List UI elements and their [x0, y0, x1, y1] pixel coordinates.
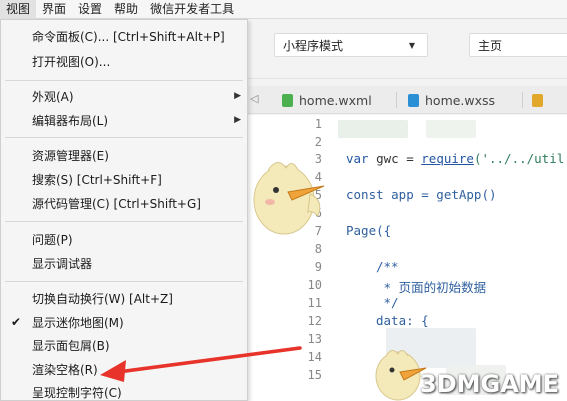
bird-mascot-icon [253, 162, 325, 235]
checkmark-icon: ✔ [11, 315, 22, 329]
menu-item-editor-layout[interactable]: 编辑器布局(L) ▶ [1, 110, 247, 131]
menu-item-label: 呈现控制字符(C) [32, 386, 122, 400]
line-number: 11 [307, 296, 322, 310]
code-line-12: data: { [376, 313, 429, 328]
mode-select-value: 小程序模式 [283, 38, 344, 53]
submenu-arrow-icon: ▶ [234, 91, 241, 101]
line-number: 10 [307, 278, 322, 292]
submenu-arrow-icon: ▶ [234, 115, 241, 125]
page-select-value: 主页 [478, 38, 503, 53]
menu-item-render-whitespace[interactable]: 渲染空格(R) [1, 359, 247, 380]
line-number: 12 [307, 314, 322, 328]
view-menu-dropdown: 命令面板(C)... [Ctrl+Shift+Alt+P] 打开视图(O)...… [0, 19, 248, 401]
menu-item-render-control-chars[interactable]: 呈现控制字符(C) [1, 382, 247, 401]
menu-settings[interactable]: 设置 [72, 0, 108, 19]
tab-label: home.wxml [299, 92, 372, 108]
js-file-icon [532, 93, 543, 107]
code-line-7: Page({ [346, 223, 392, 238]
tab-scroll-left-icon[interactable]: ◁ [250, 92, 258, 105]
menu-item-label: 切换自动换行(W) [Alt+Z] [32, 292, 173, 306]
blurred-region [338, 120, 408, 138]
tab-label: home.wxss [425, 92, 496, 108]
menu-divider [5, 137, 243, 138]
wxss-file-icon [408, 93, 419, 107]
code-line-3: var gwc = require('../../util [346, 151, 565, 166]
menu-item-label: 外观(A) [32, 90, 74, 104]
menu-item-problems[interactable]: 问题(P) [1, 229, 247, 250]
menu-item-appearance[interactable]: 外观(A) ▶ [1, 86, 247, 107]
blurred-region [426, 120, 476, 138]
menu-item-label: 显示迷你地图(M) [32, 316, 124, 330]
menu-wechat-devtools[interactable]: 微信开发者工具 [144, 0, 240, 19]
menu-item-show-breadcrumbs[interactable]: 显示面包屑(B) [1, 335, 247, 356]
tab-divider [522, 92, 523, 108]
editor-tab-bar: ◁ home.wxml home.wxss [246, 86, 567, 114]
tab-home-wxml[interactable]: home.wxml [282, 86, 372, 114]
line-number: 14 [307, 350, 322, 364]
menu-item-label: 源代码管理(C) [Ctrl+Shift+G] [32, 197, 201, 211]
menu-item-open-view[interactable]: 打开视图(O)... [1, 51, 247, 72]
tab-home-js[interactable] [532, 86, 549, 114]
menu-item-label: 资源管理器(E) [32, 149, 109, 163]
code-line-10: * 页面的初始数据 [376, 280, 487, 295]
menu-item-label: 显示调试器 [32, 257, 93, 271]
menu-item-search[interactable]: 搜索(S) [Ctrl+Shift+F] [1, 169, 247, 190]
line-number: 15 [307, 368, 322, 382]
line-number: 2 [314, 135, 322, 149]
menu-divider [5, 80, 243, 81]
code-line-5: const app = getApp() [346, 187, 497, 202]
chevron-down-icon: ▼ [408, 41, 415, 50]
line-number: 9 [314, 260, 322, 274]
menu-item-command-palette[interactable]: 命令面板(C)... [Ctrl+Shift+Alt+P] [1, 26, 247, 47]
code-line-11: */ [376, 295, 399, 310]
menu-item-label: 问题(P) [32, 233, 73, 247]
menu-item-label: 命令面板(C)... [Ctrl+Shift+Alt+P] [32, 30, 225, 44]
wxml-file-icon [282, 93, 293, 107]
menu-help[interactable]: 帮助 [108, 0, 144, 19]
menu-item-show-debugger[interactable]: 显示调试器 [1, 253, 247, 274]
line-number: 13 [307, 332, 322, 346]
code-line-9: /** [376, 259, 399, 274]
menu-item-label: 打开视图(O)... [32, 55, 111, 69]
menu-bar: 视图 界面 设置 帮助 微信开发者工具 [0, 0, 567, 19]
menu-item-label: 搜索(S) [Ctrl+Shift+F] [32, 173, 162, 187]
line-number: 1 [314, 117, 322, 131]
watermark: 3DMGAME [420, 370, 560, 398]
menu-divider [5, 221, 243, 222]
menu-item-source-control[interactable]: 源代码管理(C) [Ctrl+Shift+G] [1, 193, 247, 214]
tab-home-wxss[interactable]: home.wxss [408, 86, 495, 114]
tab-divider [396, 92, 397, 108]
menu-item-show-minimap[interactable]: ✔ 显示迷你地图(M) [1, 312, 247, 333]
menu-divider [5, 281, 243, 282]
menu-item-toggle-word-wrap[interactable]: 切换自动换行(W) [Alt+Z] [1, 288, 247, 309]
menu-view[interactable]: 视图 [0, 0, 37, 19]
menu-item-label: 显示面包屑(B) [32, 339, 110, 353]
page-select[interactable]: 主页 [469, 33, 567, 57]
menu-interface[interactable]: 界面 [36, 0, 72, 19]
menu-item-label: 渲染空格(R) [32, 363, 98, 377]
menu-item-explorer[interactable]: 资源管理器(E) [1, 145, 247, 166]
menu-item-label: 编辑器布局(L) [32, 114, 109, 128]
line-number: 8 [314, 242, 322, 256]
mode-select[interactable]: 小程序模式 ▼ [274, 33, 428, 57]
